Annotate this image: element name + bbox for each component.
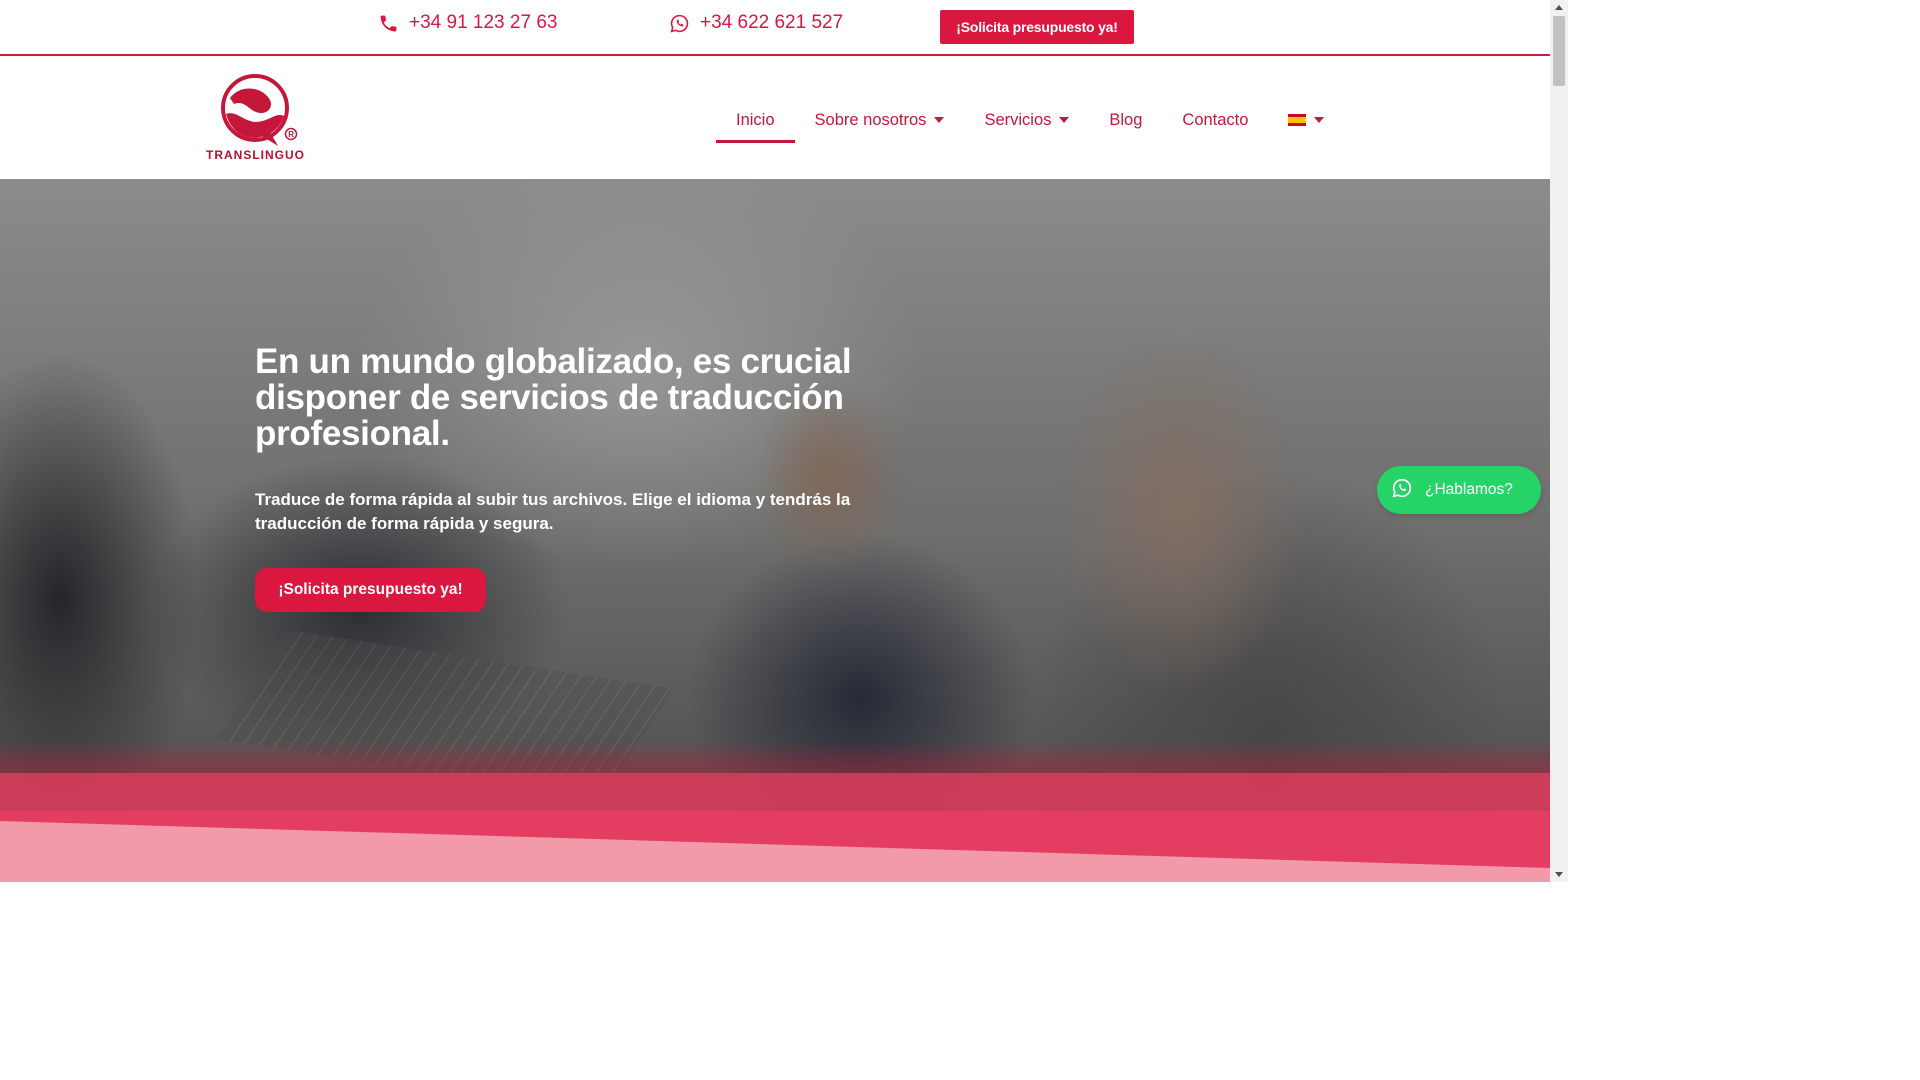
- nav-label: Inicio: [736, 110, 775, 129]
- language-selector[interactable]: [1268, 100, 1344, 140]
- hero-subtitle: Traduce de forma rápida al subir tus arc…: [255, 490, 851, 533]
- nav-label: Sobre nosotros: [814, 110, 927, 129]
- nav-item-inicio[interactable]: Inicio: [716, 100, 795, 143]
- hero-title: En un mundo globalizado, es crucial disp…: [255, 342, 852, 453]
- caret-down-icon: [1059, 117, 1070, 123]
- site-header: R TRANSLINGUO Inicio Sobre nosotros Serv…: [0, 56, 1550, 179]
- nav-label: Servicios: [984, 110, 1052, 129]
- scrollbar-thumb[interactable]: [1553, 16, 1565, 86]
- caret-down-icon: [934, 117, 945, 123]
- main-navigation: Inicio Sobre nosotros Servicios Blog Con…: [716, 100, 1344, 143]
- whatsapp-number: +34 622 621 527: [700, 12, 844, 33]
- whatsapp-contact[interactable]: +34 622 621 527: [669, 12, 843, 34]
- top-contact-bar: +34 91 123 27 63 +34 622 621 527 ¡Solici…: [0, 0, 1550, 56]
- caret-down-icon: [1314, 117, 1325, 123]
- whatsapp-chat-button[interactable]: ¿Hablamos?: [1377, 466, 1541, 514]
- hero-banner: En un mundo globalizado, es crucial disp…: [0, 179, 1550, 811]
- nav-item-blog[interactable]: Blog: [1089, 100, 1162, 140]
- nav-item-sobre-nosotros[interactable]: Sobre nosotros: [795, 100, 965, 140]
- logo-wordmark: TRANSLINGUO: [206, 148, 305, 162]
- phone-contact[interactable]: +34 91 123 27 63: [378, 12, 557, 34]
- scroll-down-icon[interactable]: [1555, 872, 1563, 877]
- logo-registered-mark: R: [288, 130, 294, 139]
- quote-button-hero[interactable]: ¡Solicita presupuesto ya!: [255, 568, 486, 612]
- nav-item-contacto[interactable]: Contacto: [1162, 100, 1268, 140]
- nav-label: Contacto: [1182, 110, 1249, 129]
- page: +34 91 123 27 63 +34 622 621 527 ¡Solici…: [0, 0, 1568, 882]
- page-scrollbar[interactable]: [1550, 0, 1568, 882]
- hero-content: En un mundo globalizado, es crucial disp…: [255, 344, 895, 612]
- spain-flag-icon: [1288, 114, 1307, 126]
- phone-icon: [378, 13, 399, 34]
- nav-item-servicios[interactable]: Servicios: [964, 100, 1089, 140]
- divider-wedge: [0, 821, 1550, 882]
- quote-button-top[interactable]: ¡Solicita presupuesto ya!: [940, 10, 1134, 44]
- hero-band: [0, 773, 1550, 811]
- nav-label: Blog: [1109, 110, 1143, 129]
- whatsapp-icon: [1391, 477, 1413, 504]
- logo-swoosh-top: [230, 88, 272, 114]
- scroll-up-icon[interactable]: [1555, 5, 1563, 10]
- phone-number: +34 91 123 27 63: [409, 12, 558, 33]
- chat-label: ¿Hablamos?: [1425, 481, 1513, 498]
- whatsapp-outline-icon: [669, 13, 690, 34]
- hero-band-gradient: [0, 741, 1550, 773]
- section-divider: [0, 811, 1550, 882]
